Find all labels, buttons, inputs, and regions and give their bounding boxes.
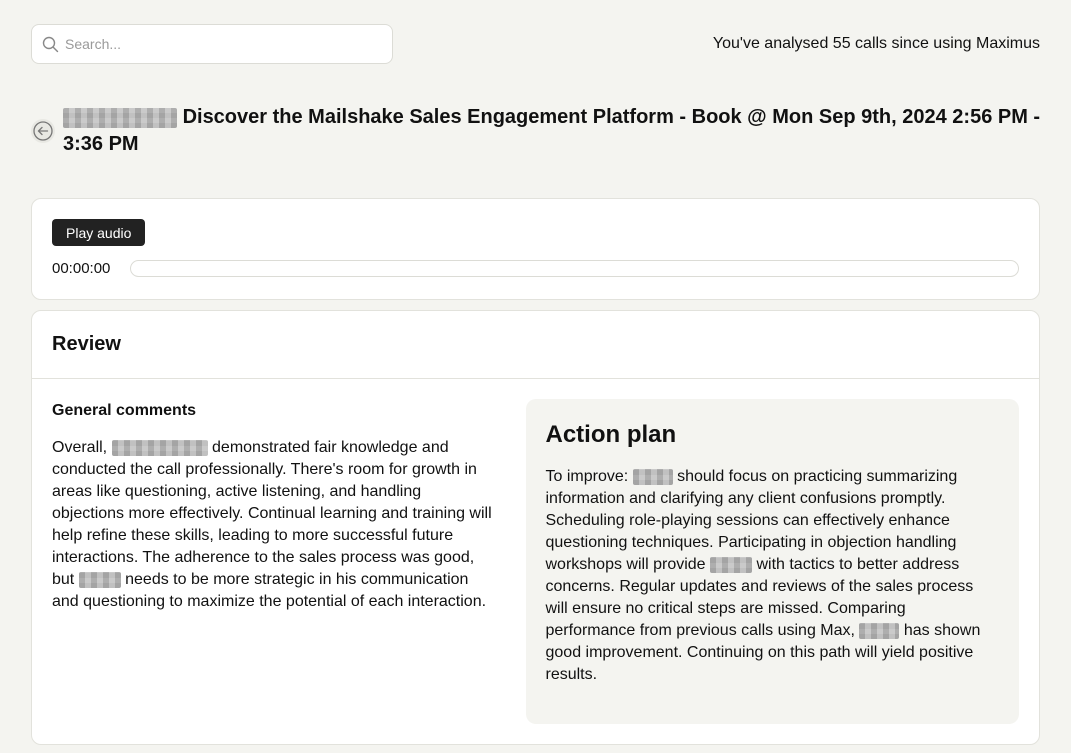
general-comments-heading: General comments [52, 402, 197, 419]
general-comments-text: Overall, demonstrated fair knowledge and… [52, 439, 492, 610]
redacted-name [632, 468, 673, 485]
redacted-name [859, 622, 900, 639]
play-audio-button[interactable]: Play audio [52, 219, 146, 246]
audio-time: 00:00:00 [52, 260, 111, 277]
search-box[interactable] [31, 24, 393, 64]
top-bar: You've analysed 55 calls since using Max… [31, 24, 1040, 64]
search-input[interactable] [65, 36, 365, 52]
action-plan: Action plan To improve: should focus on … [525, 399, 1019, 724]
audio-player: Play audio 00:00:00 [31, 198, 1040, 300]
call-title-text: Discover the Mailshake Sales Engagement … [63, 106, 1041, 155]
audio-progress-bar[interactable] [130, 260, 1019, 277]
redacted-name [63, 107, 177, 128]
general-comments: General comments Overall, demonstrated f… [52, 399, 498, 724]
call-header: Discover the Mailshake Sales Engagement … [31, 104, 1043, 158]
review-card: Review General comments Overall, demonst… [31, 310, 1040, 745]
action-plan-text: To improve: should focus on practicing s… [545, 468, 981, 683]
redacted-name [710, 556, 753, 573]
redacted-name [78, 571, 121, 588]
redacted-name [111, 439, 208, 456]
arrow-left-circle-icon [33, 121, 53, 141]
page-title: Discover the Mailshake Sales Engagement … [63, 104, 1043, 158]
calls-analysed-stat: You've analysed 55 calls since using Max… [712, 35, 1040, 52]
back-button[interactable] [31, 119, 55, 143]
action-plan-heading: Action plan [545, 421, 677, 448]
search-icon [42, 36, 59, 52]
review-heading: Review [32, 311, 1039, 379]
